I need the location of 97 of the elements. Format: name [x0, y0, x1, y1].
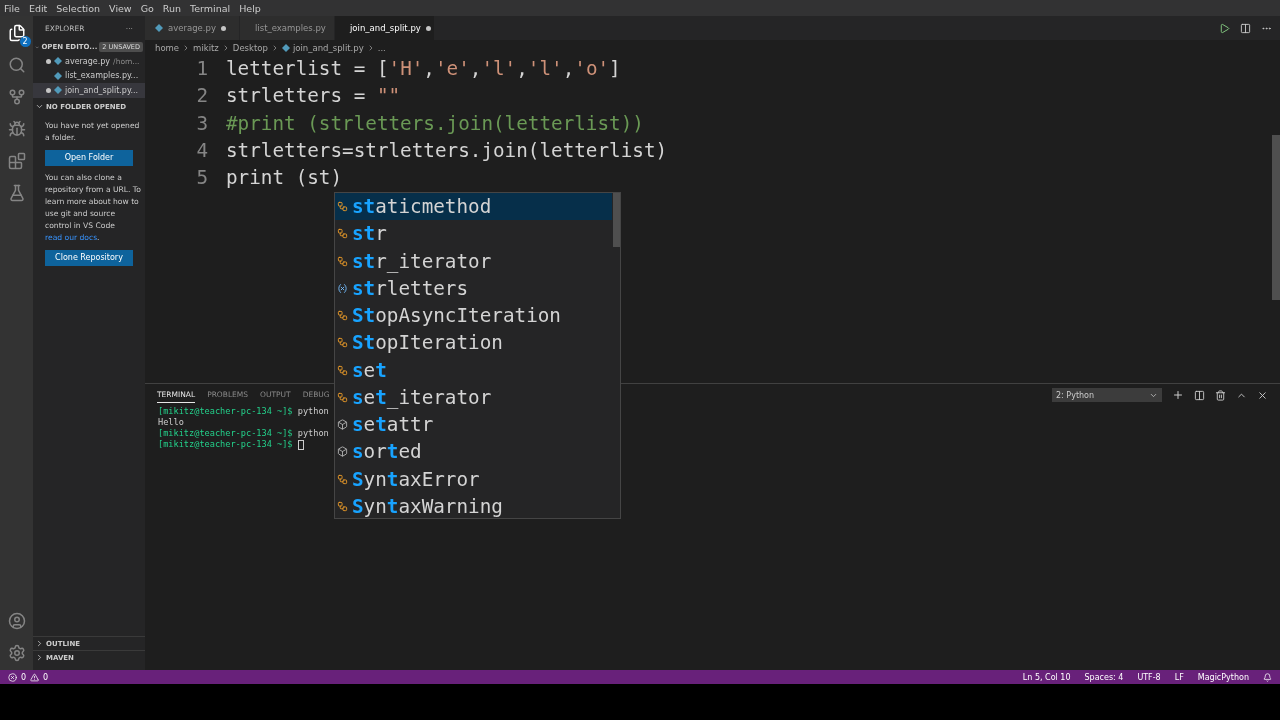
suggestion-item[interactable]: SyntaxWarning — [335, 492, 612, 520]
suggestion-item[interactable]: str — [335, 220, 612, 248]
class-icon — [337, 500, 348, 512]
class-icon — [337, 473, 348, 485]
variable-icon — [337, 282, 348, 294]
breadcrumb[interactable]: home — [155, 42, 180, 53]
search-icon[interactable] — [7, 56, 26, 74]
terminal-line: [mikitz@teacher-pc-134 ~]$ python — [158, 406, 329, 417]
scrollbar-thumb[interactable] — [1272, 135, 1280, 300]
warning-count[interactable]: 0 — [43, 672, 49, 682]
tab-label: average.py — [168, 23, 216, 33]
suggestion-item[interactable]: StopAsyncIteration — [335, 302, 612, 330]
editor-tab[interactable]: average.py — [145, 16, 240, 40]
code-line: print (st) — [226, 166, 343, 190]
open-editor-item[interactable]: join_and_split.py... — [33, 83, 145, 98]
code-line: letterlist = ['H','e','l','l','o'] — [226, 57, 621, 81]
add-icon[interactable] — [1172, 389, 1184, 401]
settings-icon[interactable] — [7, 644, 26, 662]
tab-label: join_and_split.py — [350, 23, 421, 33]
class-icon — [337, 391, 348, 403]
menu-item[interactable]: Selection — [56, 2, 101, 14]
class-icon — [337, 255, 348, 267]
open-editor-item[interactable]: list_examples.py... — [33, 68, 145, 83]
suggestion-item[interactable]: sorted — [335, 438, 612, 466]
suggestion-item[interactable]: set_iterator — [335, 383, 612, 411]
breadcrumb[interactable]: Desktop — [232, 42, 268, 53]
suggestion-item[interactable]: SyntaxError — [335, 465, 612, 493]
line-number: 4 — [195, 139, 208, 163]
extensions-icon[interactable] — [7, 152, 26, 170]
menu-item[interactable]: Run — [162, 2, 182, 14]
menu-item[interactable]: View — [109, 2, 132, 14]
explorer-icon[interactable] — [7, 24, 26, 42]
scrollbar-thumb[interactable] — [613, 193, 620, 247]
terminal-select[interactable]: 2: Python — [1052, 388, 1162, 402]
class-icon — [337, 337, 348, 349]
python-file-icon — [281, 43, 290, 52]
account-icon[interactable] — [7, 612, 26, 630]
tab-label: list_examples.py — [255, 23, 326, 33]
class-icon — [337, 310, 348, 322]
chevron-right-icon[interactable] — [35, 653, 44, 662]
menu-item[interactable]: Edit — [28, 2, 48, 14]
bell-icon[interactable] — [1263, 672, 1272, 682]
menu-item[interactable]: File — [4, 2, 20, 14]
count-badge: 2 — [19, 36, 31, 47]
flask-icon[interactable] — [7, 184, 26, 202]
menu-item[interactable]: Go — [140, 2, 154, 14]
menu-item[interactable]: Help — [239, 2, 261, 14]
status-item[interactable]: Ln 5, Col 10 — [1022, 672, 1071, 682]
line-number: 1 — [195, 57, 208, 81]
status-item[interactable]: Spaces: 4 — [1084, 672, 1124, 682]
status-item[interactable]: UTF-8 — [1137, 672, 1161, 682]
warning-icon[interactable] — [30, 672, 40, 682]
suggestion-item[interactable]: staticmethod — [335, 193, 612, 221]
clone-repository-button[interactable]: Clone Repository — [45, 249, 133, 266]
code-line: strletters=strletters.join(letterlist) — [226, 139, 668, 163]
split-terminal-icon[interactable] — [1194, 389, 1205, 401]
class-icon — [337, 364, 348, 376]
file-name: join_and_split.py... — [65, 85, 139, 95]
editor-tab[interactable]: list_examples.py — [240, 16, 335, 40]
suggestion-item[interactable]: StopIteration — [335, 329, 612, 357]
chevron-right-icon[interactable] — [35, 639, 44, 648]
run-icon[interactable] — [1219, 22, 1230, 34]
trash-icon[interactable] — [1215, 389, 1226, 401]
file-name: average.py — [65, 56, 111, 66]
python-file-icon — [155, 24, 163, 32]
code-line: strletters = "" — [226, 84, 401, 108]
suggestion-item[interactable]: setattr — [335, 411, 612, 439]
cube-icon — [337, 419, 348, 431]
debug-icon[interactable] — [7, 120, 26, 138]
menu-item[interactable]: Terminal — [190, 2, 231, 14]
chevron-down-icon[interactable] — [35, 102, 44, 111]
class-icon — [337, 228, 348, 240]
open-folder-button[interactable]: Open Folder — [45, 149, 133, 166]
terminal-line: Hello — [158, 417, 184, 428]
cube-icon — [337, 446, 348, 458]
split-editor-icon[interactable] — [1240, 22, 1251, 34]
terminal-line: [mikitz@teacher-pc-134 ~]$ python — [158, 428, 329, 439]
suggestion-item[interactable]: str_iterator — [335, 247, 612, 275]
class-icon — [337, 201, 348, 213]
breadcrumb[interactable]: ... — [377, 42, 386, 53]
code-line: #print (strletters.join(letterlist)) — [226, 111, 644, 135]
close-icon[interactable] — [1257, 389, 1268, 401]
line-number: 5 — [195, 166, 208, 190]
error-count[interactable]: 0 — [21, 672, 27, 682]
editor-tab[interactable]: join_and_split.py — [335, 16, 435, 40]
suggestion-item[interactable]: strletters — [335, 274, 612, 302]
breadcrumb[interactable]: mikitz — [193, 42, 219, 53]
line-number: 2 — [195, 84, 208, 108]
error-icon[interactable] — [8, 672, 17, 682]
status-item[interactable]: MagicPython — [1197, 672, 1249, 682]
breadcrumb[interactable]: join_and_split.py — [292, 42, 364, 53]
source-control-icon[interactable] — [7, 88, 26, 106]
terminal-line: [mikitz@teacher-pc-134 ~]$ — [158, 439, 304, 450]
line-number: 3 — [195, 111, 208, 135]
status-item[interactable]: LF — [1174, 672, 1184, 682]
suggestion-item[interactable]: set — [335, 356, 612, 384]
file-name: list_examples.py... — [65, 71, 139, 81]
